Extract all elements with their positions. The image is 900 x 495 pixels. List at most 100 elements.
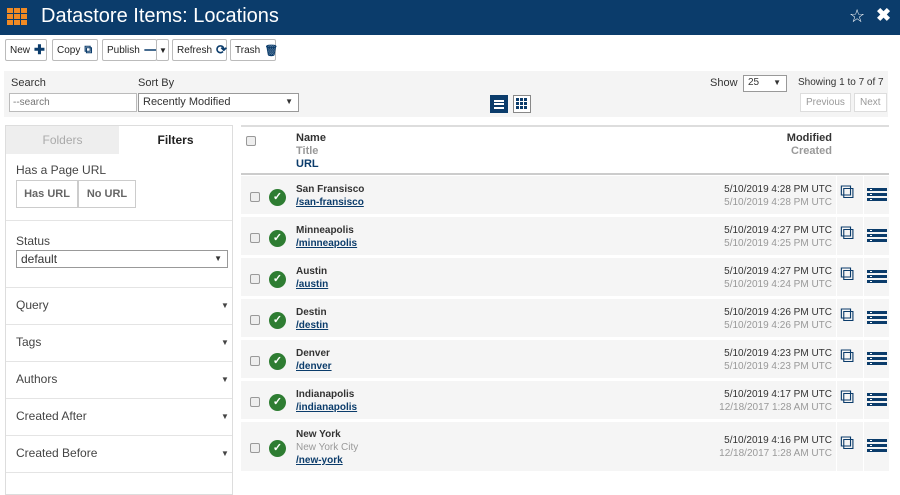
external-link-icon[interactable]: ⧉ [840,345,854,368]
row-url[interactable]: /san-fransisco [296,197,364,208]
menu-icon[interactable] [867,439,887,454]
show-label: Show [710,77,738,89]
table-row[interactable]: ✓ Indianapolis/indianapolis 5/10/2019 4:17… [241,381,889,422]
no-url-button[interactable]: No URL [78,180,136,208]
table-row[interactable]: ✓ New York New York City/new-york 5/10/2019… [241,422,889,474]
row-url[interactable]: /destin [296,320,328,331]
external-link-icon[interactable]: ⧉ [840,432,854,455]
row-name[interactable]: San Fransisco [296,184,364,195]
row-divider [863,176,864,214]
star-icon[interactable]: ☆ [849,6,865,27]
title-column-header: Title [296,145,319,157]
menu-icon[interactable] [867,229,887,244]
publish-button[interactable]: Publish ⟶ [102,39,162,61]
caret-down-icon: ▼ [214,254,222,263]
sort-select[interactable]: Recently Modified ▼ [138,93,299,112]
next-button[interactable]: Next [854,93,887,112]
row-divider [863,381,864,419]
list-icon [494,100,504,109]
tab-folders[interactable]: Folders [6,126,119,154]
status-select[interactable]: default ▼ [16,250,228,268]
menu-icon[interactable] [867,311,887,326]
external-link-icon[interactable]: ⧉ [840,304,854,327]
table-row[interactable]: ✓ San Fransisco/san-fransisco 5/10/2019 4:… [241,176,889,217]
external-link-icon[interactable]: ⧉ [840,386,854,409]
row-modified: 5/10/2019 4:27 PM UTC [724,225,832,236]
menu-icon[interactable] [867,352,887,367]
modified-column-header[interactable]: Modified [787,132,832,144]
row-modified: 5/10/2019 4:17 PM UTC [724,389,832,400]
row-divider [863,217,864,255]
copy-button[interactable]: Copy ⧉ [52,39,98,61]
row-url[interactable]: /new-york [296,455,343,466]
row-checkbox[interactable] [250,443,260,453]
external-link-icon[interactable]: ⧉ [840,222,854,245]
page-url-filter: Has a Page URL Has URL No URL [6,154,232,221]
row-created: 5/10/2019 4:23 PM UTC [724,361,832,372]
row-checkbox[interactable] [250,274,260,284]
row-url[interactable]: /austin [296,279,328,290]
authors-label: Authors [16,372,58,386]
publish-dropdown-button[interactable]: ▼ [156,39,169,61]
row-divider [836,340,837,378]
row-checkbox[interactable] [250,233,260,243]
published-check-icon: ✓ [269,271,286,288]
tags-filter[interactable]: Tags ▼ [6,325,232,362]
table-row[interactable]: ✓ Austin/austin 5/10/2019 4:27 PM UTC 5/10/… [241,258,889,299]
row-name[interactable]: Austin [296,266,327,277]
list-view-button[interactable] [490,95,508,113]
status-filter: Status default ▼ [6,221,232,288]
table-row[interactable]: ✓ Denver/denver 5/10/2019 4:23 PM UTC 5/10/… [241,340,889,381]
row-name[interactable]: New York [296,429,341,440]
row-divider [836,381,837,419]
refresh-icon: ⟳ [216,42,227,57]
created-before-filter[interactable]: Created Before ▼ [6,436,232,473]
previous-button[interactable]: Previous [800,93,851,112]
row-name[interactable]: Indianapolis [296,389,354,400]
row-divider [836,299,837,337]
table-row[interactable]: ✓ Minneapolis/minneapolis 5/10/2019 4:27 P… [241,217,889,258]
menu-icon[interactable] [867,393,887,408]
new-button[interactable]: New ✚ [5,39,47,61]
grid-icon[interactable] [7,8,27,26]
row-url[interactable]: /denver [296,361,332,372]
copy-icon: ⧉ [84,43,93,56]
row-url[interactable]: /indianapolis [296,402,357,413]
row-checkbox[interactable] [250,356,260,366]
row-name[interactable]: Minneapolis [296,225,354,236]
created-after-filter[interactable]: Created After ▼ [6,399,232,436]
row-divider [863,340,864,378]
row-divider [836,176,837,214]
page-size-select[interactable]: 25 ▼ [743,75,787,92]
select-all-checkbox[interactable] [246,136,256,146]
refresh-button[interactable]: Refresh ⟳ [172,39,227,61]
query-filter[interactable]: Query ▼ [6,288,232,325]
menu-icon[interactable] [867,188,887,203]
search-input[interactable] [9,93,137,112]
grid-view-button[interactable] [513,95,531,113]
row-checkbox[interactable] [250,397,260,407]
caret-down-icon: ▼ [221,338,229,347]
published-check-icon: ✓ [269,312,286,329]
caret-down-icon: ▼ [159,45,167,55]
status-label: Status [16,234,51,248]
tags-label: Tags [16,335,42,349]
tab-filters[interactable]: Filters [119,126,232,154]
row-divider [836,422,837,471]
row-checkbox[interactable] [250,315,260,325]
row-checkbox[interactable] [250,192,260,202]
row-created: 5/10/2019 4:25 PM UTC [724,238,832,249]
authors-filter[interactable]: Authors ▼ [6,362,232,399]
has-url-button[interactable]: Has URL [16,180,78,208]
published-check-icon: ✓ [269,353,286,370]
close-icon[interactable]: ✖ [876,5,891,26]
row-url[interactable]: /minneapolis [296,238,357,249]
menu-icon[interactable] [867,270,887,285]
row-name[interactable]: Destin [296,307,327,318]
row-name[interactable]: Denver [296,348,330,359]
external-link-icon[interactable]: ⧉ [840,181,854,204]
trash-button[interactable]: Trash 🗑 [230,39,278,61]
external-link-icon[interactable]: ⧉ [840,263,854,286]
table-row[interactable]: ✓ Destin/destin 5/10/2019 4:26 PM UTC 5/10/… [241,299,889,340]
name-column-header[interactable]: Name [296,132,326,144]
